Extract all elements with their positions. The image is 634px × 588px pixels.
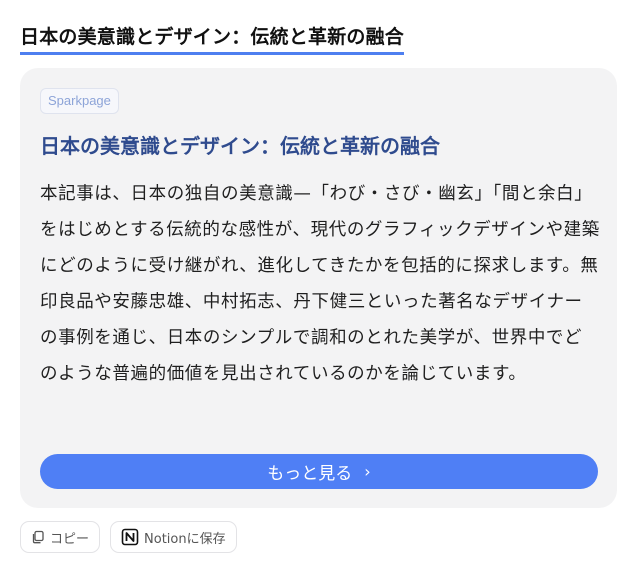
save-to-notion-button[interactable]: Notionに保存: [110, 521, 237, 553]
notion-icon: [121, 528, 139, 546]
card-title: 日本の美意識とデザイン：伝統と革新の融合: [40, 134, 440, 158]
page-title: 日本の美意識とデザイン：伝統と革新の融合: [20, 22, 405, 55]
action-bar: コピー Notionに保存: [20, 521, 237, 553]
brand-badge: Sparkpage: [40, 88, 119, 114]
notion-button-label: Notionに保存: [144, 531, 226, 547]
article-card: Sparkpage 日本の美意識とデザイン：伝統と革新の融合 本記事は、日本の独…: [20, 68, 617, 508]
copy-icon: [31, 530, 45, 544]
card-summary: 本記事は、日本の独自の美意識—「わび・さび・幽玄」「間と余白」をはじめとする伝統…: [40, 184, 600, 384]
more-button[interactable]: もっと見る ›: [40, 454, 598, 489]
more-button-label: もっと見る: [267, 464, 353, 484]
copy-button-label: コピー: [50, 531, 90, 547]
page: 日本の美意識とデザイン：伝統と革新の融合 Sparkpage 日本の美意識とデザ…: [0, 0, 634, 588]
copy-button[interactable]: コピー: [20, 521, 101, 553]
chevron-right-icon: ›: [364, 461, 371, 481]
